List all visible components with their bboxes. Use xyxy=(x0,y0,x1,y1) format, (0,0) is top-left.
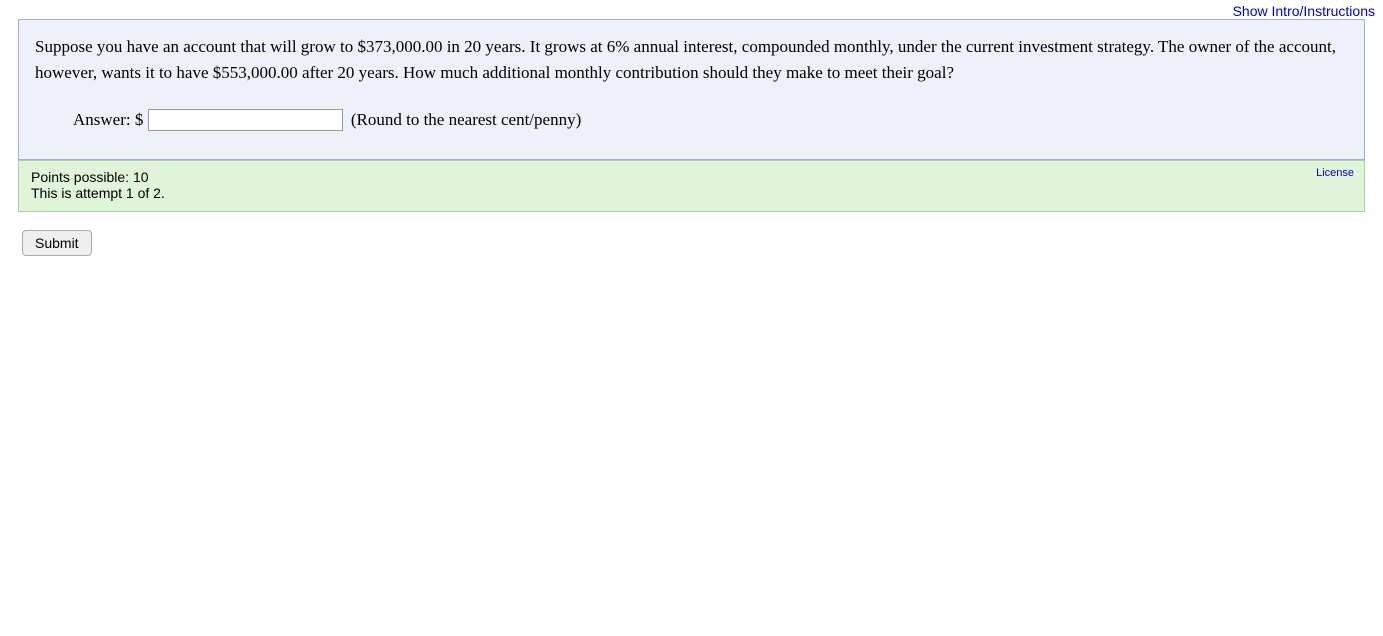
license-link[interactable]: License xyxy=(1316,167,1354,179)
answer-row: Answer: $ (Round to the nearest cent/pen… xyxy=(35,109,1348,131)
points-box: License Points possible: 10 This is atte… xyxy=(18,160,1365,212)
question-prompt: Suppose you have an account that will gr… xyxy=(35,34,1348,85)
top-link-row: Show Intro/Instructions xyxy=(0,0,1383,19)
page-container: Show Intro/Instructions Suppose you have… xyxy=(0,0,1383,636)
submit-button[interactable]: Submit xyxy=(22,230,92,256)
attempt-info: This is attempt 1 of 2. xyxy=(31,185,1352,201)
answer-hint: (Round to the nearest cent/penny) xyxy=(351,110,581,129)
license-link-wrap: License xyxy=(1316,167,1354,179)
answer-input[interactable] xyxy=(148,109,343,131)
answer-label: Answer: $ xyxy=(73,110,143,129)
points-possible: Points possible: 10 xyxy=(31,169,1352,185)
show-intro-link[interactable]: Show Intro/Instructions xyxy=(1233,3,1375,19)
submit-row: Submit xyxy=(22,230,1383,256)
question-box: Suppose you have an account that will gr… xyxy=(18,19,1365,160)
